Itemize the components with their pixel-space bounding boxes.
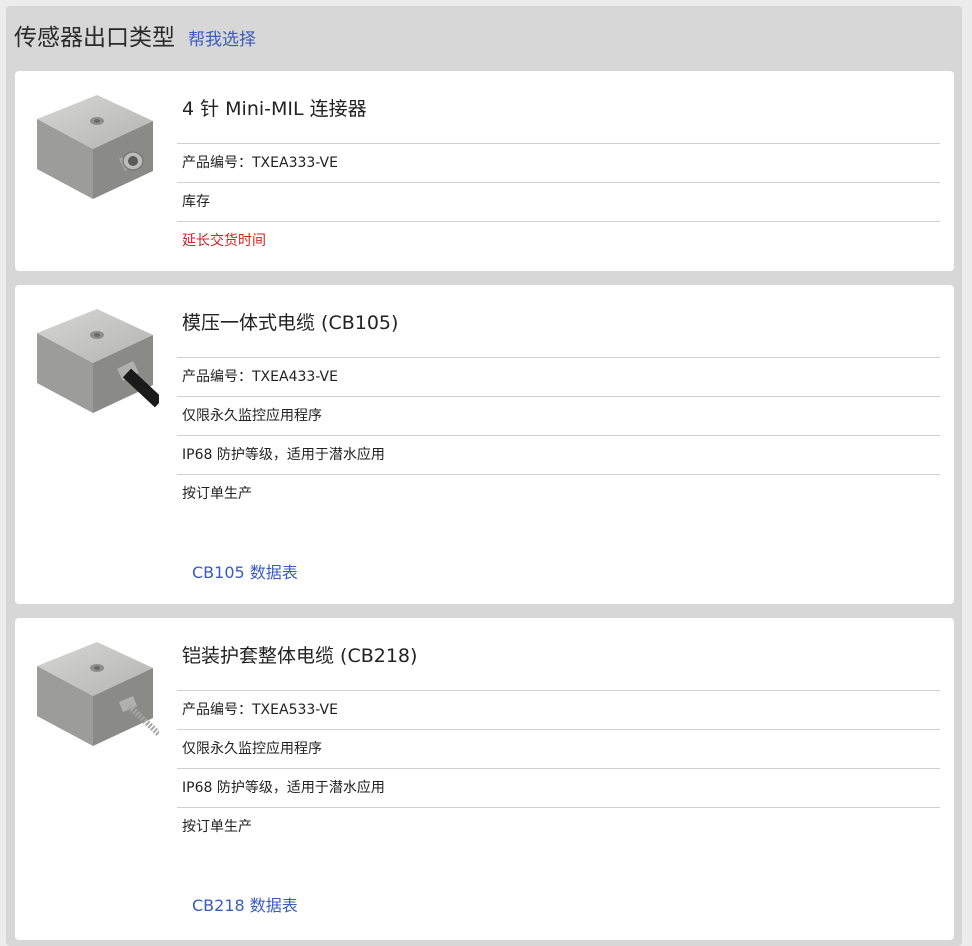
product-card-connector[interactable]: 4 针 Mini-MIL 连接器 产品编号：TXEA333-VE 库存 延长交货…: [15, 71, 954, 271]
section-header: 传感器出口类型 帮我选择: [14, 18, 256, 58]
product-feature: IP68 防护等级，适用于潜水应用: [177, 436, 940, 475]
product-title: 铠装护套整体电缆 (CB218): [177, 618, 940, 691]
outlet-type-panel: 传感器出口类型 帮我选择 4 针 Mini-MIL 连接器 产品编号：TXEA3…: [6, 6, 962, 946]
cb218-datasheet-link[interactable]: CB218 数据表: [192, 892, 298, 916]
part-number: 产品编号：TXEA433-VE: [177, 358, 940, 397]
product-title: 模压一体式电缆 (CB105): [177, 285, 940, 358]
product-card-armored-cable[interactable]: 铠装护套整体电缆 (CB218) 产品编号：TXEA533-VE 仅限永久监控应…: [15, 618, 954, 940]
sensor-molded-cable-image: [37, 309, 159, 413]
product-feature: 库存: [177, 183, 940, 222]
lead-time-notice: 延长交货时间: [182, 233, 266, 249]
sensor-armored-cable-image: [37, 642, 159, 746]
part-number: 产品编号：TXEA333-VE: [177, 144, 940, 183]
product-card-molded-cable[interactable]: 模压一体式电缆 (CB105) 产品编号：TXEA433-VE 仅限永久监控应用…: [15, 285, 954, 604]
product-title: 4 针 Mini-MIL 连接器: [177, 71, 940, 144]
product-feature: 按订单生产: [182, 486, 252, 502]
part-number: 产品编号：TXEA533-VE: [177, 691, 940, 730]
product-feature: 仅限永久监控应用程序: [177, 397, 940, 436]
cb105-datasheet-link[interactable]: CB105 数据表: [192, 559, 298, 583]
sensor-connector-image: [37, 95, 153, 199]
product-feature: 仅限永久监控应用程序: [177, 730, 940, 769]
product-feature: IP68 防护等级，适用于潜水应用: [177, 769, 940, 808]
section-title: 传感器出口类型: [14, 25, 175, 51]
product-feature: 按订单生产: [182, 819, 252, 835]
help-me-choose-link[interactable]: 帮我选择: [188, 25, 256, 50]
